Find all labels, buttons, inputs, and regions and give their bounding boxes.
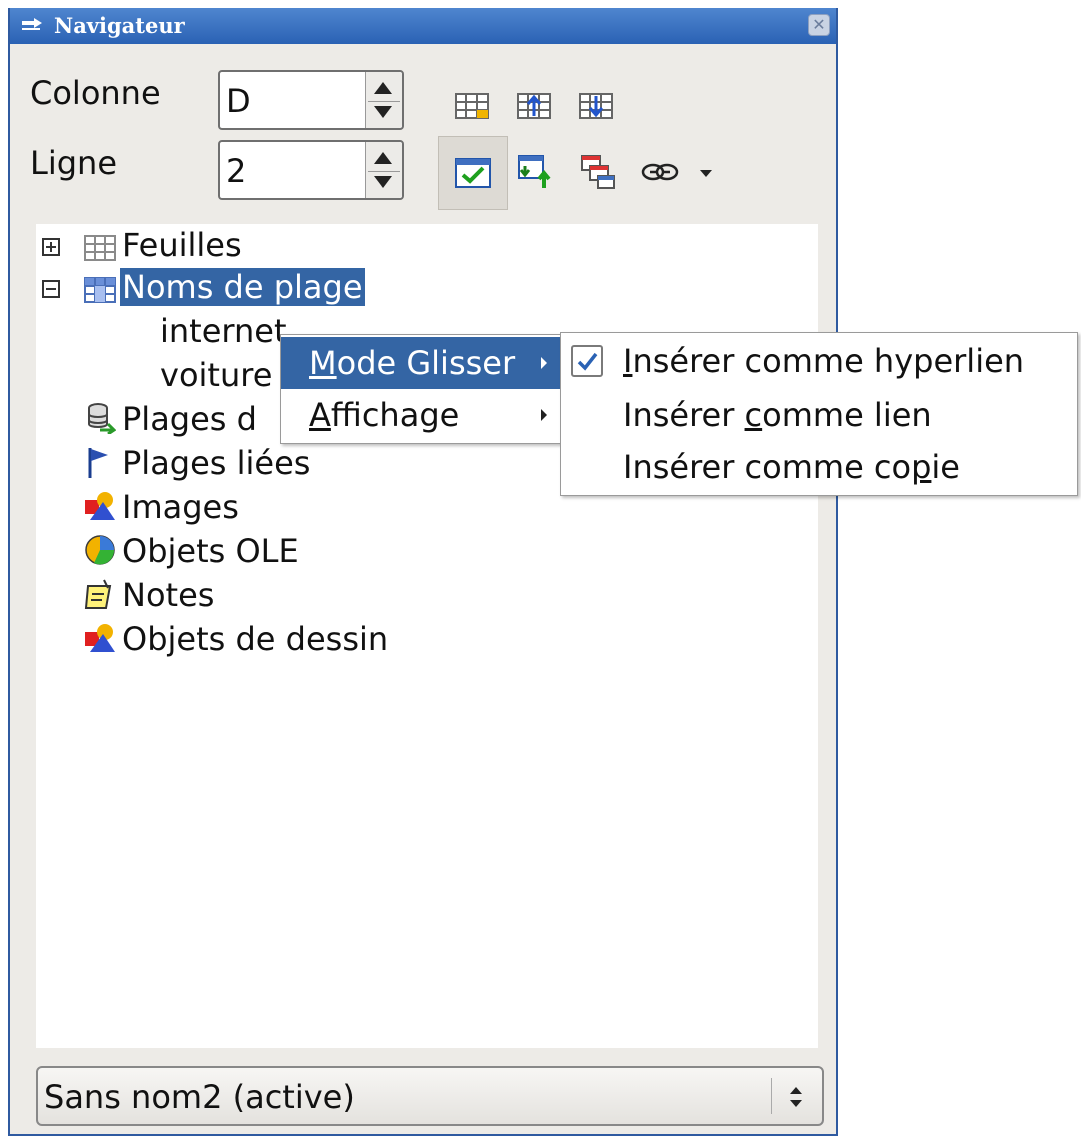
drag-mode-submenu: Insérer comme hyperlien Insérer comme li… <box>560 332 1078 496</box>
column-value[interactable]: D <box>226 82 251 120</box>
row-label: Ligne <box>30 144 117 182</box>
spin-down-icon[interactable] <box>374 176 392 188</box>
toggle-icon[interactable] <box>516 152 556 192</box>
dropdown-arrow-icon[interactable] <box>696 152 716 192</box>
sheets-icon <box>84 235 116 261</box>
scenarios-icon[interactable] <box>578 152 618 192</box>
expand-icon[interactable] <box>42 238 60 256</box>
spin-down-icon[interactable] <box>374 106 392 118</box>
tree-item-range-names[interactable]: Noms de plage <box>120 268 365 306</box>
menu-item-drag-mode[interactable]: Mode Glisser <box>281 337 565 389</box>
window-title: Navigateur <box>54 13 185 38</box>
updown-arrow-icon <box>790 1087 802 1107</box>
document-select-value: Sans nom2 (active) <box>44 1078 355 1116</box>
spin-up-icon[interactable] <box>374 152 392 164</box>
drag-mode-icon[interactable] <box>640 152 680 192</box>
tree-item-internet[interactable]: internet <box>160 312 287 350</box>
submenu-arrow-icon <box>541 409 547 421</box>
menu-item-insert-hyperlink[interactable]: Insérer comme hyperlien <box>561 335 1077 387</box>
row-value[interactable]: 2 <box>226 152 246 190</box>
submenu-arrow-icon <box>541 357 547 369</box>
tree-item-drawing-objects[interactable]: Objets de dessin <box>122 620 388 658</box>
navigator-window: Navigateur ✕ Colonne D Ligne 2 Feuilles … <box>8 8 838 1136</box>
menu-item-display[interactable]: Affichage <box>281 389 565 441</box>
notes-icon <box>84 579 112 609</box>
column-label: Colonne <box>30 74 161 112</box>
linked-ranges-icon <box>88 448 108 478</box>
tree-item-linked-ranges[interactable]: Plages liées <box>122 444 310 482</box>
menu-item-insert-copy[interactable]: Insérer comme copie <box>561 441 1077 493</box>
title-bar[interactable]: Navigateur ✕ <box>10 8 836 44</box>
tree-item-notes[interactable]: Notes <box>122 576 214 614</box>
tree-item-images[interactable]: Images <box>122 488 239 526</box>
close-icon[interactable]: ✕ <box>808 14 830 36</box>
collapse-icon[interactable] <box>42 280 60 298</box>
check-icon <box>577 352 598 371</box>
ole-objects-icon <box>85 535 115 565</box>
row-spinbox[interactable]: 2 <box>218 140 404 200</box>
menu-item-insert-link[interactable]: Insérer comme lien <box>561 389 1077 441</box>
images-icon <box>85 492 115 520</box>
document-select[interactable]: Sans nom2 (active) <box>36 1066 824 1126</box>
end-icon[interactable] <box>576 86 616 126</box>
column-spin-buttons[interactable] <box>365 72 402 128</box>
row-spin-buttons[interactable] <box>365 142 402 198</box>
context-menu: Mode Glisser Affichage <box>280 334 566 444</box>
drawing-objects-icon <box>85 624 115 652</box>
column-spinbox[interactable]: D <box>218 70 404 130</box>
data-range-icon[interactable] <box>452 86 492 126</box>
tree-item-database-ranges[interactable]: Plages d <box>122 400 257 438</box>
start-icon[interactable] <box>514 86 554 126</box>
database-ranges-icon <box>88 403 116 434</box>
contents-button[interactable] <box>438 136 508 210</box>
checkbox[interactable] <box>571 345 603 377</box>
spin-up-icon[interactable] <box>374 82 392 94</box>
tree-item-voiture[interactable]: voiture <box>160 356 272 394</box>
range-names-icon <box>84 277 116 303</box>
navigator-icon <box>22 18 42 30</box>
contents-icon <box>455 158 491 188</box>
tree-item-ole-objects[interactable]: Objets OLE <box>122 532 299 570</box>
tree-item-sheets[interactable]: Feuilles <box>122 226 242 264</box>
